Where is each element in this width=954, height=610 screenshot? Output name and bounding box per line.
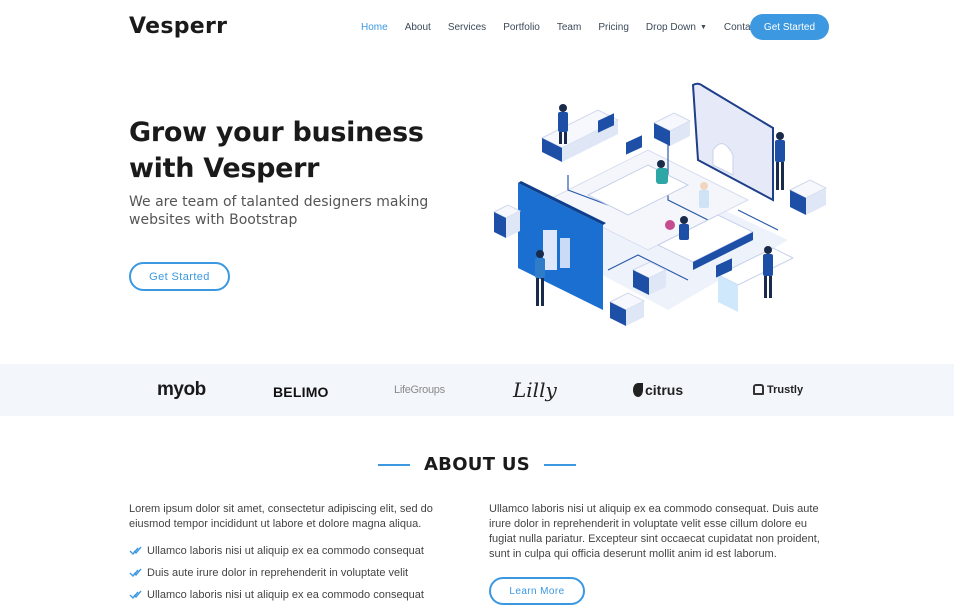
client-logo-text: myob <box>157 379 206 400</box>
server-block <box>608 292 646 326</box>
site-logo[interactable]: Vesperr <box>129 14 227 39</box>
nav-item-services[interactable]: Services <box>448 22 486 33</box>
client-logo-text: Trustly <box>767 384 804 396</box>
nav-item-home[interactable]: Home <box>361 22 388 33</box>
list-item-text: Ullamco laboris nisi ut aliquip ex ea co… <box>147 589 424 601</box>
lock-icon <box>753 383 764 395</box>
get-started-hero-button[interactable]: Get Started <box>129 262 230 291</box>
client-logo-text: BELIMO <box>273 383 329 400</box>
person-figure <box>679 216 689 240</box>
server-block <box>788 179 828 215</box>
double-check-icon <box>129 590 142 600</box>
client-logo-text: Lilly <box>513 378 557 402</box>
display-bar <box>560 238 570 268</box>
list-item-text: Duis aute irure dolor in reprehenderit i… <box>147 567 409 579</box>
list-item: Duis aute irure dolor in reprehenderit i… <box>129 566 474 581</box>
nav-item-pricing[interactable]: Pricing <box>598 22 629 33</box>
person-figure <box>699 182 709 208</box>
double-check-icon <box>129 568 142 578</box>
about-section-title: ABOUT US <box>0 454 954 475</box>
client-logo-myob[interactable]: myob <box>157 364 206 416</box>
about-right-text: Ullamco laboris nisi ut aliquip ex ea co… <box>489 503 820 560</box>
list-item-text: Ullamco laboris nisi ut aliquip ex ea co… <box>147 545 424 557</box>
laptop <box>626 135 642 155</box>
plant <box>665 220 675 230</box>
person-figure <box>775 132 785 190</box>
nav-item-about[interactable]: About <box>405 22 431 33</box>
list-item: Ullamco laboris nisi ut aliquip ex ea co… <box>129 544 474 559</box>
nav-item-team[interactable]: Team <box>557 22 581 33</box>
site-header: Vesperr Home About Services Portfolio Te… <box>0 0 954 54</box>
chevron-down-icon: ▼ <box>699 23 707 31</box>
hero-title: Grow your business with Vesperr <box>129 117 424 184</box>
nav-item-portfolio[interactable]: Portfolio <box>503 22 540 33</box>
citrus-leaf-icon <box>633 383 643 397</box>
nav-item-dropdown-label: Drop Down <box>645 21 696 33</box>
server-block <box>492 204 522 238</box>
client-logo-citrus[interactable]: citrus <box>633 364 683 416</box>
server-block <box>652 112 692 146</box>
display-bar <box>543 230 557 270</box>
about-left-column: Lorem ipsum dolor sit amet, consectetur … <box>129 502 474 610</box>
clients-bar: myob BELIMO LifeGroups Lilly citrus Trus… <box>0 364 954 416</box>
client-logo-belimo[interactable]: BELIMO <box>273 364 329 416</box>
isometric-office-illustration <box>492 82 828 326</box>
client-logo-lifegroups[interactable]: LifeGroups <box>394 364 445 416</box>
about-checklist: Ullamco laboris nisi ut aliquip ex ea co… <box>129 544 474 603</box>
list-item: Ullamco laboris nisi ut aliquip ex ea co… <box>129 588 474 603</box>
main-nav: Home About Services Portfolio Team Prici… <box>361 19 775 35</box>
title-divider-left <box>377 464 410 466</box>
person-figure <box>535 250 545 306</box>
double-check-icon <box>129 546 142 556</box>
about-title-text: ABOUT US <box>423 454 531 475</box>
get-started-nav-button[interactable]: Get Started <box>750 14 829 40</box>
about-right-column: Ullamco laboris nisi ut aliquip ex ea co… <box>489 502 824 562</box>
client-logo-text: citrus <box>645 382 684 398</box>
hero-subtitle: We are team of talanted designers making… <box>129 194 429 228</box>
client-logo-lilly[interactable]: Lilly <box>513 364 557 416</box>
nav-item-dropdown[interactable]: Drop Down ▼ <box>646 22 707 33</box>
about-intro: Lorem ipsum dolor sit amet, consectetur … <box>129 503 433 530</box>
client-logo-text: LifeGroups <box>394 384 445 396</box>
learn-more-button[interactable]: Learn More <box>489 577 585 605</box>
title-divider-right <box>544 464 577 466</box>
client-logo-trustly[interactable]: Trustly <box>753 364 803 416</box>
